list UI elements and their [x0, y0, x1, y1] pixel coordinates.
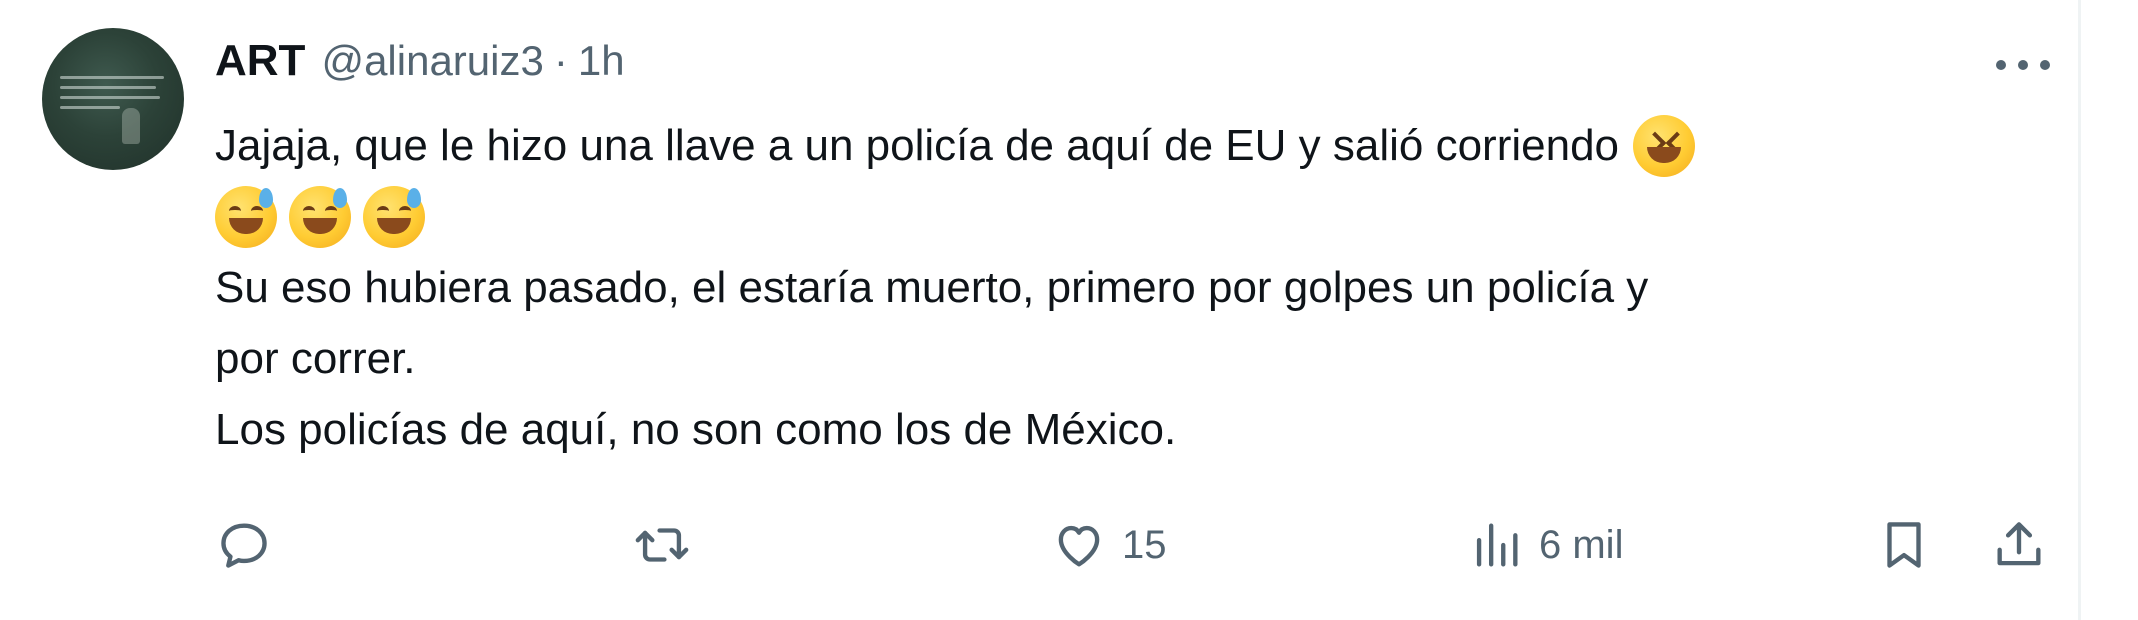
tweet-header: ART @alinaruiz3 · 1h [215, 36, 625, 92]
more-options-icon[interactable] [1996, 55, 2050, 75]
avatar-text-line [60, 106, 120, 109]
heart-icon [1058, 525, 1100, 567]
tweet-line: por correr. [215, 323, 2075, 394]
tweet-line: Jajaja, que le hizo una llave a un polic… [215, 110, 2075, 181]
tweet-line-text: Jajaja, que le hizo una llave a un polic… [215, 121, 1620, 170]
views-icon [1476, 523, 1518, 567]
sweat-smile-emoji [289, 185, 351, 248]
bookmark-icon [1887, 522, 1921, 568]
action-bar: 15 6 mil [215, 510, 2055, 580]
avatar-text-line [60, 96, 160, 99]
timestamp[interactable]: 1h [578, 37, 625, 85]
views-button[interactable]: 6 mil [1467, 510, 1623, 580]
author-name[interactable]: ART [215, 36, 305, 86]
share-button[interactable] [1990, 510, 2048, 580]
tweet[interactable]: ART @alinaruiz3 · 1h Jajaja, que le hizo… [0, 0, 2138, 620]
reply-button[interactable] [215, 510, 273, 580]
avatar-text-line [60, 76, 164, 79]
avatar-text-line [60, 86, 156, 89]
sweat-smile-emoji [363, 185, 425, 248]
tweet-text: Jajaja, que le hizo una llave a un polic… [215, 110, 2075, 465]
avatar-figure [122, 108, 140, 144]
sweat-smile-emoji [215, 185, 277, 248]
separator-dot: · [553, 37, 568, 84]
avatar[interactable] [42, 28, 184, 170]
tweet-emoji-line [215, 181, 2075, 252]
like-button[interactable]: 15 [1050, 510, 1167, 580]
like-count: 15 [1122, 522, 1167, 567]
tweet-line-text: Los policías de aquí, no son como los de… [215, 405, 1177, 454]
tweet-line: Su eso hubiera pasado, el estaría muerto… [215, 252, 2075, 323]
share-icon [1997, 522, 2041, 566]
laughing-squint-emoji [1633, 114, 1696, 177]
tweet-line: Los policías de aquí, no son como los de… [215, 394, 2075, 465]
column-divider [2078, 0, 2081, 620]
bookmark-button[interactable] [1875, 510, 1933, 580]
retweet-button[interactable] [633, 510, 691, 580]
tweet-line-text: por correr. [215, 334, 416, 383]
retweet-icon [635, 528, 689, 562]
views-count: 6 mil [1539, 522, 1624, 567]
reply-icon [221, 523, 267, 568]
tweet-line-text: Su eso hubiera pasado, el estaría muerto… [215, 263, 1649, 312]
author-handle[interactable]: @alinaruiz3 [321, 37, 543, 85]
